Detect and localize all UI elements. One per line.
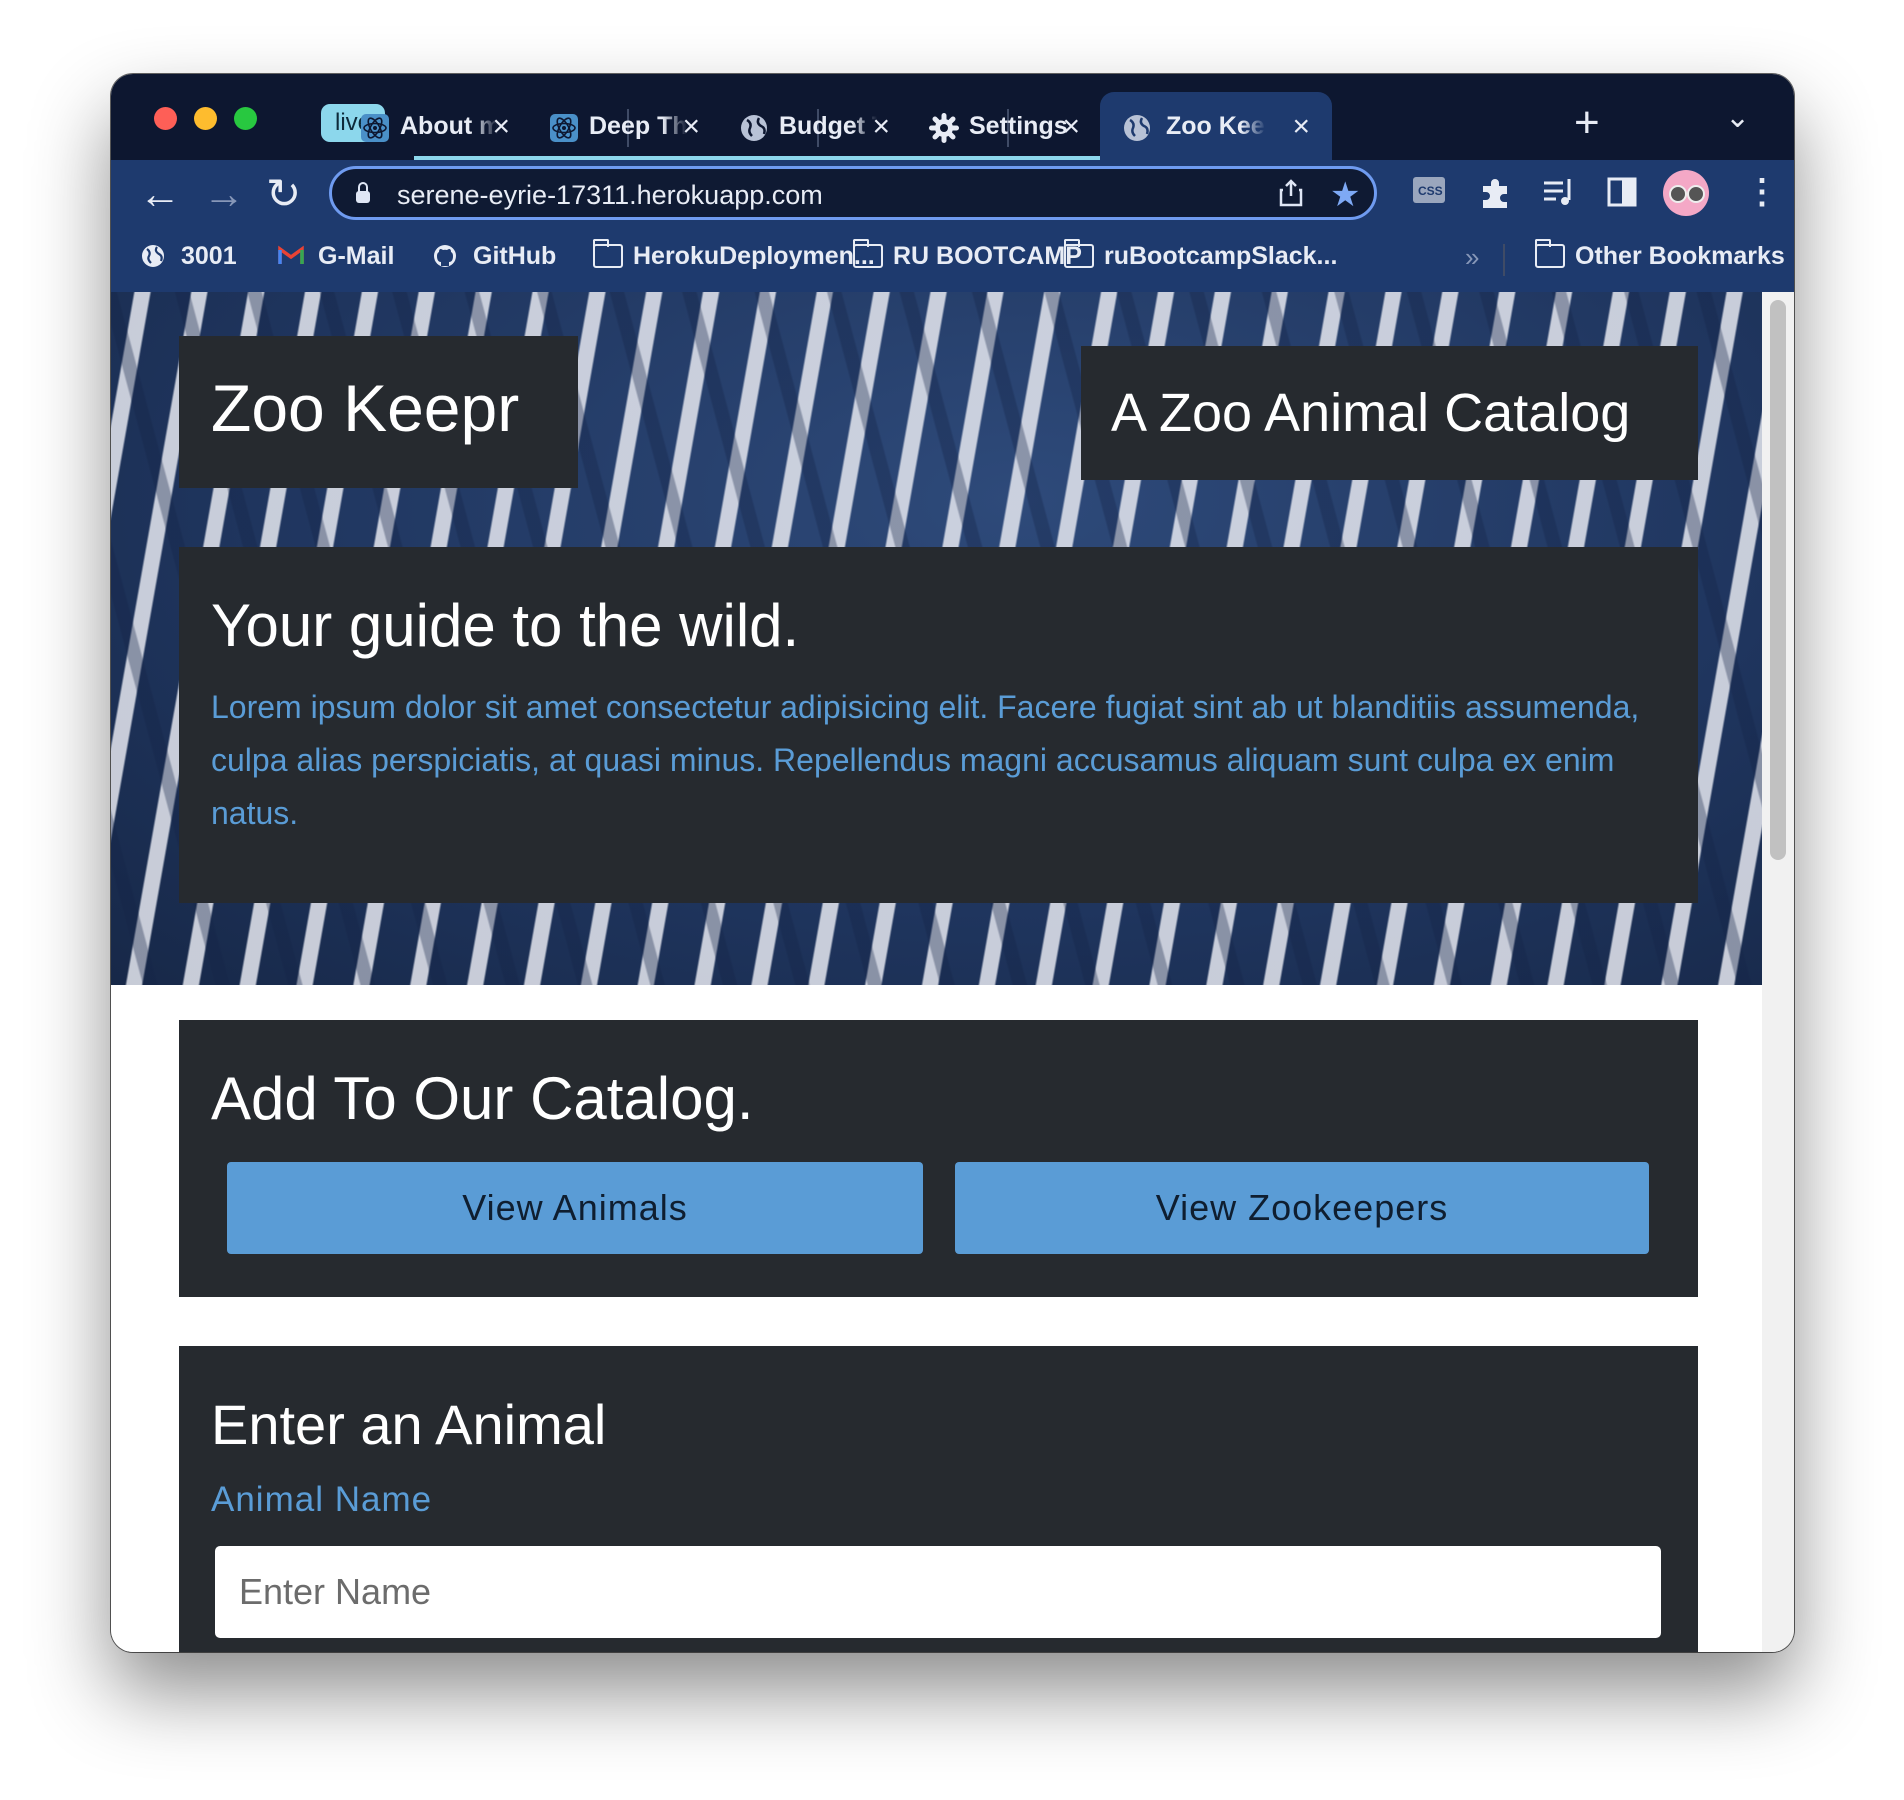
- tab-budget-tracker[interactable]: Budget Tracker ×: [721, 92, 904, 160]
- tab-label: Zoo Keepr: [1166, 112, 1266, 140]
- bookmarks-bar: 3001 G-Mail GitHub HerokuDeploymen... RU…: [111, 228, 1794, 292]
- gear-icon: [929, 113, 959, 143]
- intro-body: Lorem ipsum dolor sit amet consectetur a…: [211, 689, 1640, 831]
- bookmark-label: Other Bookmarks: [1575, 242, 1785, 270]
- reload-icon[interactable]: ↻: [266, 170, 301, 218]
- animal-form-panel: Enter an Animal Animal Name: [179, 1346, 1698, 1652]
- intro-panel: Your guide to the wild. Lorem ipsum dolo…: [179, 547, 1698, 903]
- close-tab-icon[interactable]: ×: [1292, 110, 1310, 144]
- tab-zoo-keepr[interactable]: Zoo Keepr ×: [1100, 92, 1332, 160]
- more-menu-icon[interactable]: ⋮: [1745, 172, 1779, 212]
- svg-text:CSS: CSS: [1418, 184, 1443, 198]
- bookmarks-overflow-chevron-icon[interactable]: »: [1465, 242, 1479, 273]
- bookmark-folder-heroku[interactable]: HerokuDeploymen...: [593, 239, 875, 271]
- tab-label: Settings: [969, 112, 1068, 140]
- bookmark-folder-slack[interactable]: ruBootcampSlack...: [1064, 239, 1338, 271]
- animal-name-label: Animal Name: [211, 1480, 433, 1519]
- bookmark-3001[interactable]: 3001: [141, 242, 237, 271]
- view-animals-button[interactable]: View Animals: [227, 1162, 923, 1254]
- bookmark-label: RU BOOTCAMP: [893, 242, 1082, 270]
- tab-search-chevron-icon[interactable]: ⌄: [1725, 100, 1750, 135]
- zoom-window-button[interactable]: [234, 107, 257, 130]
- github-icon: [434, 245, 456, 267]
- globe-icon: [1124, 115, 1150, 141]
- forward-arrow-icon[interactable]: →: [203, 170, 245, 218]
- tab-strip: live About me × Deep Thoughts ×: [111, 74, 1794, 160]
- css-extension-icon[interactable]: CSS: [1411, 174, 1447, 210]
- react-icon: [550, 114, 578, 142]
- bookmark-star-icon[interactable]: ★: [1330, 175, 1360, 215]
- url-text[interactable]: serene-eyrie-17311.herokuapp.com: [397, 180, 823, 211]
- site-subtitle: A Zoo Animal Catalog: [1111, 383, 1631, 443]
- lock-icon: [356, 182, 370, 203]
- bookmark-gmail[interactable]: G-Mail: [278, 242, 394, 271]
- scrollbar-thumb[interactable]: [1770, 300, 1786, 860]
- folder-icon: [853, 239, 883, 268]
- bookmark-other-bookmarks[interactable]: Other Bookmarks: [1535, 239, 1785, 271]
- share-icon[interactable]: [1278, 179, 1304, 207]
- folder-icon: [593, 239, 623, 268]
- view-zookeepers-button[interactable]: View Zookeepers: [955, 1162, 1649, 1254]
- close-tab-icon[interactable]: ×: [492, 110, 510, 144]
- minimize-window-button[interactable]: [194, 107, 217, 130]
- intro-heading: Your guide to the wild.: [211, 592, 800, 659]
- close-window-button[interactable]: [154, 107, 177, 130]
- address-bar[interactable]: serene-eyrie-17311.herokuapp.com ★: [329, 166, 1377, 220]
- catalog-panel: Add To Our Catalog. View Animals View Zo…: [179, 1020, 1698, 1297]
- site-subtitle-box: A Zoo Animal Catalog: [1081, 346, 1698, 480]
- bookmark-github[interactable]: GitHub: [433, 242, 556, 271]
- bookmark-label: 3001: [181, 242, 237, 270]
- globe-icon: [741, 115, 767, 141]
- tab-label: Deep Thoughts: [589, 112, 687, 140]
- bookmarks-separator: [1503, 244, 1505, 276]
- tab-label: About me: [400, 112, 498, 140]
- tab-settings[interactable]: Settings ×: [911, 92, 1094, 160]
- page-scrollbar[interactable]: [1762, 292, 1794, 1652]
- tab-about-me[interactable]: About me ×: [342, 92, 524, 160]
- animal-form-heading: Enter an Animal: [211, 1393, 607, 1456]
- back-arrow-icon[interactable]: ←: [139, 170, 181, 218]
- bookmark-label: HerokuDeploymen...: [633, 242, 875, 270]
- tab-label: Budget Tracker: [779, 112, 877, 140]
- close-tab-icon[interactable]: ×: [872, 110, 890, 144]
- side-panel-icon[interactable]: [1605, 174, 1641, 210]
- folder-icon: [1535, 239, 1565, 268]
- browser-window: live About me × Deep Thoughts ×: [111, 74, 1794, 1652]
- bookmark-label: ruBootcampSlack...: [1104, 242, 1338, 270]
- new-tab-button[interactable]: +: [1574, 98, 1600, 148]
- folder-icon: [1064, 239, 1094, 268]
- extensions-puzzle-icon[interactable]: [1477, 174, 1513, 210]
- close-tab-icon[interactable]: ×: [682, 110, 700, 144]
- hero-zebra-background: Zoo Keepr A Zoo Animal Catalog Your guid…: [111, 292, 1762, 985]
- gmail-icon: [278, 245, 304, 264]
- profile-avatar[interactable]: [1663, 170, 1709, 216]
- site-title-box: Zoo Keepr: [179, 336, 578, 488]
- bookmark-folder-ru-bootcamp[interactable]: RU BOOTCAMP: [853, 239, 1082, 271]
- react-icon: [361, 114, 389, 142]
- reading-list-icon[interactable]: [1541, 174, 1577, 210]
- animal-name-input[interactable]: [215, 1546, 1661, 1638]
- tab-deep-thoughts[interactable]: Deep Thoughts ×: [531, 92, 714, 160]
- bookmark-label: GitHub: [473, 242, 557, 270]
- close-tab-icon[interactable]: ×: [1062, 110, 1080, 144]
- globe-icon: [142, 245, 164, 267]
- bookmark-label: G-Mail: [318, 242, 395, 270]
- catalog-heading: Add To Our Catalog.: [211, 1065, 754, 1132]
- page-viewport: Zoo Keepr A Zoo Animal Catalog Your guid…: [111, 292, 1762, 1652]
- site-title[interactable]: Zoo Keepr: [211, 370, 519, 446]
- browser-toolbar: ← → ↻ serene-eyrie-17311.herokuapp.com ★…: [111, 160, 1794, 228]
